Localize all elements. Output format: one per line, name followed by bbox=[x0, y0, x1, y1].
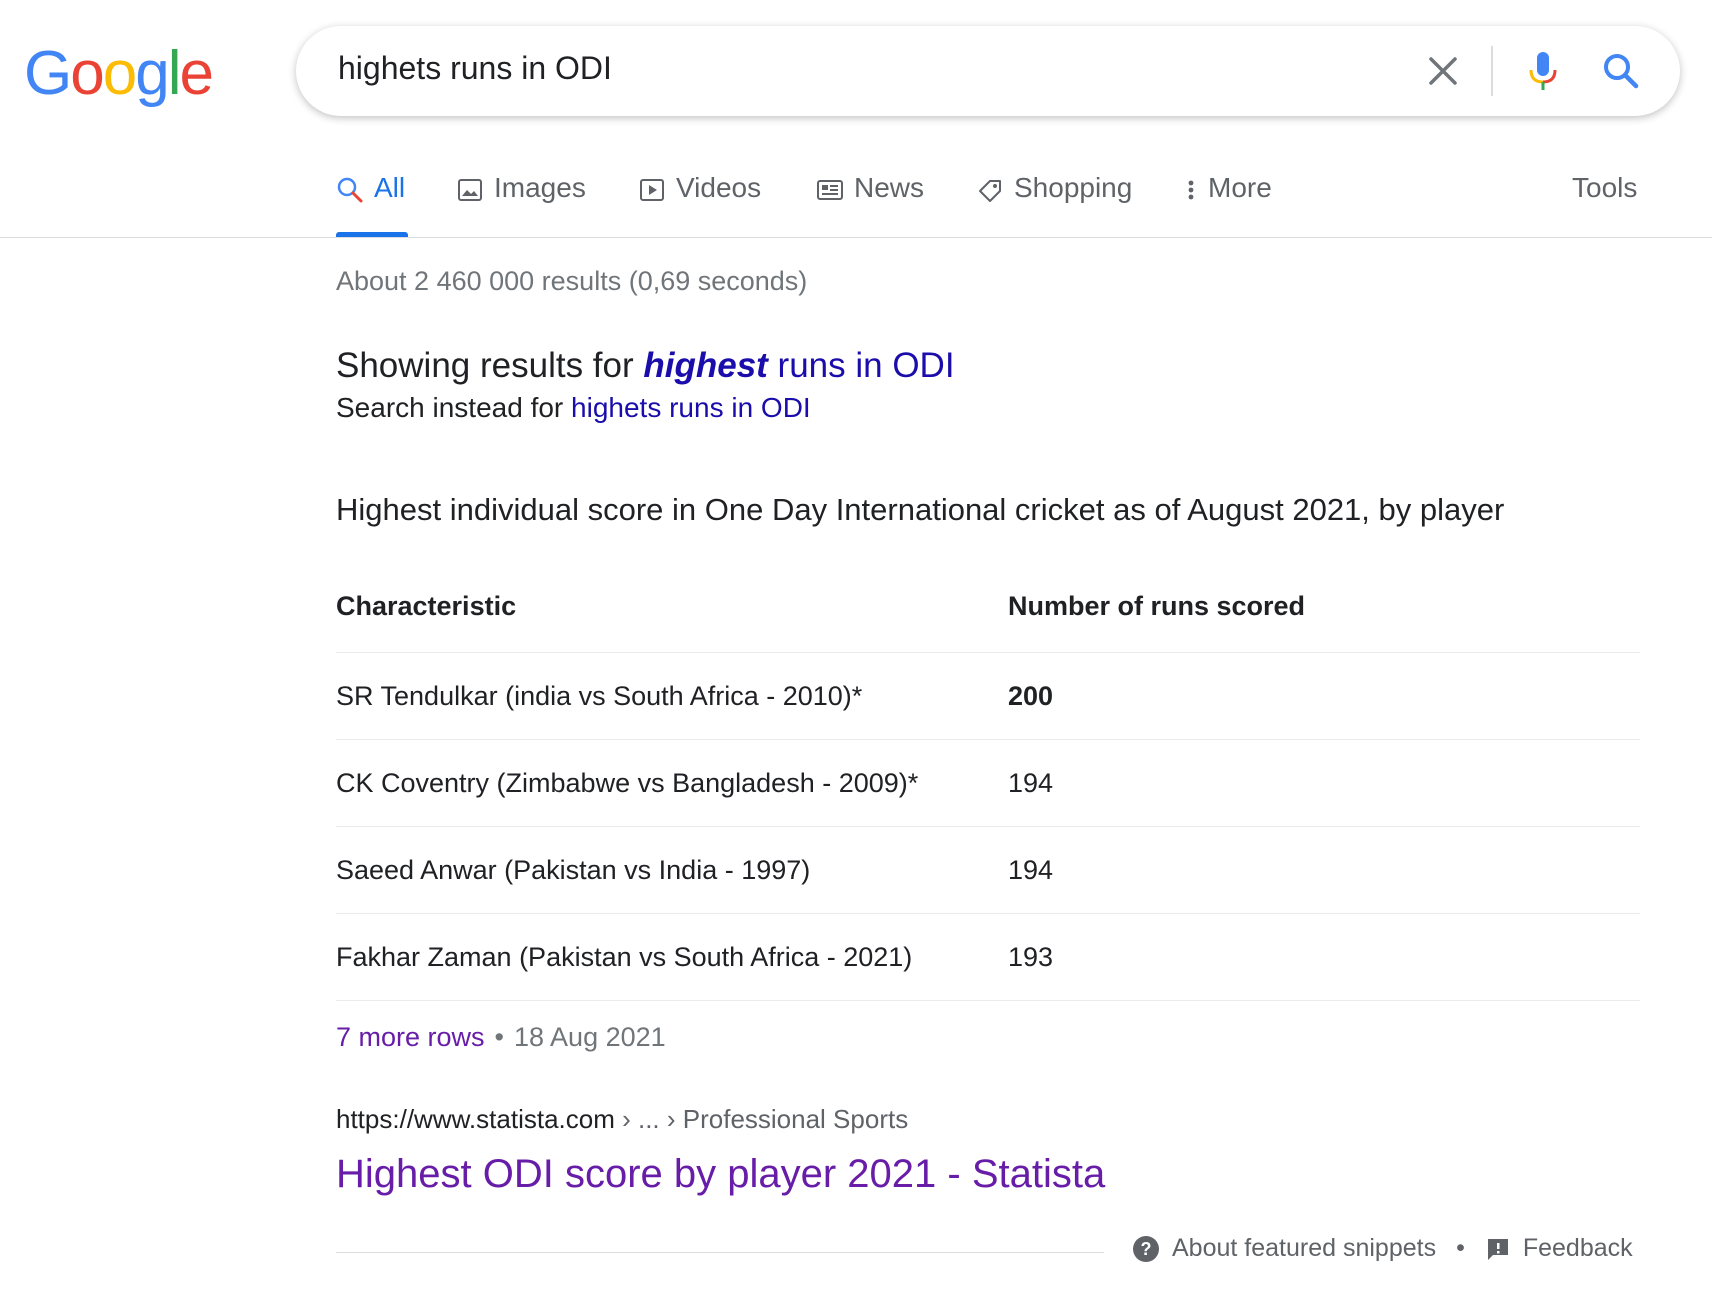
separator-dot: • bbox=[494, 1022, 504, 1052]
corrected-query-link[interactable]: highest runs in ODI bbox=[643, 346, 954, 385]
table-row: SR Tendulkar (india vs South Africa - 20… bbox=[336, 653, 1640, 740]
header-divider bbox=[0, 237, 1712, 238]
column-header: Characteristic bbox=[336, 591, 517, 621]
tab-all[interactable]: All bbox=[336, 172, 408, 238]
close-icon[interactable] bbox=[1416, 44, 1470, 98]
instead-prefix: Search instead for bbox=[336, 392, 572, 423]
cite-url: https://www.statista.com bbox=[336, 1104, 615, 1134]
table-cell: 200 bbox=[1008, 681, 1054, 711]
result-cite: https://www.statista.com › ... › Profess… bbox=[336, 1104, 908, 1135]
feedback-icon[interactable] bbox=[1485, 1236, 1511, 1262]
tab-shopping[interactable]: Shopping bbox=[976, 172, 1132, 238]
original-query-link[interactable]: highets runs in ODI bbox=[571, 392, 811, 423]
table-cell: Saeed Anwar (Pakistan vs India - 1997) bbox=[336, 855, 811, 885]
svg-text:?: ? bbox=[1141, 1239, 1152, 1259]
table-row: Fakhar Zaman (Pakistan vs South Africa -… bbox=[336, 914, 1640, 1001]
tab-label: Videos bbox=[676, 172, 762, 203]
snippet-heading: Highest individual score in One Day Inte… bbox=[336, 492, 1505, 527]
video-icon bbox=[640, 179, 664, 201]
tab-images[interactable]: Images bbox=[456, 172, 586, 238]
spelling-correction: Showing results for highest runs in ODI bbox=[336, 346, 955, 386]
microphone-icon[interactable] bbox=[1516, 44, 1570, 98]
logo-letter: l bbox=[167, 39, 182, 108]
search-input[interactable]: highets runs in ODI bbox=[338, 50, 612, 87]
corrected-word: highest bbox=[643, 346, 768, 385]
logo-letter: G bbox=[24, 39, 72, 108]
tab-more[interactable]: More bbox=[1184, 172, 1272, 238]
tab-label: News bbox=[854, 172, 925, 203]
logo-letter: e bbox=[179, 39, 214, 108]
correction-prefix: Showing results for bbox=[336, 346, 644, 385]
table-cell: CK Coventry (Zimbabwe vs Bangladesh - 20… bbox=[336, 768, 919, 798]
more-rows-line: 7 more rows • 18 Aug 2021 bbox=[336, 1022, 666, 1053]
table-cell: 194 bbox=[1008, 855, 1054, 885]
more-rows-link[interactable]: 7 more rows bbox=[336, 1022, 485, 1052]
more-vert-icon bbox=[1188, 180, 1194, 200]
column-header: Number of runs scored bbox=[1008, 591, 1306, 621]
logo-letter: o bbox=[70, 39, 105, 108]
tab-label: Images bbox=[494, 172, 586, 203]
corrected-rest: runs in ODI bbox=[767, 346, 955, 385]
table-header-row: Characteristic Number of runs scored bbox=[336, 570, 1640, 653]
snippet-date: 18 Aug 2021 bbox=[514, 1022, 666, 1052]
tag-icon bbox=[979, 180, 1001, 202]
about-snippets-link[interactable]: About featured snippets bbox=[1172, 1234, 1436, 1263]
image-icon bbox=[458, 179, 482, 201]
cite-breadcrumb: › ... › Professional Sports bbox=[614, 1104, 909, 1134]
logo-letter: o bbox=[102, 39, 138, 108]
snippet-divider bbox=[336, 1252, 1104, 1253]
tools-button[interactable]: Tools bbox=[1572, 172, 1637, 204]
snippet-footer: ? About featured snippets • Feedback bbox=[1132, 1234, 1633, 1263]
table-row: Saeed Anwar (Pakistan vs India - 1997) 1… bbox=[336, 827, 1640, 914]
table-cell: SR Tendulkar (india vs South Africa - 20… bbox=[336, 681, 863, 711]
search-icon[interactable] bbox=[1596, 46, 1646, 96]
result-title-link[interactable]: Highest ODI score by player 2021 - Stati… bbox=[336, 1152, 1105, 1197]
search-divider bbox=[1491, 46, 1493, 96]
tab-label: All bbox=[374, 172, 406, 203]
help-icon[interactable]: ? bbox=[1132, 1235, 1160, 1263]
news-icon bbox=[817, 180, 843, 200]
logo-letter: g bbox=[135, 39, 170, 108]
snippet-table: Characteristic Number of runs scored SR … bbox=[336, 570, 1640, 1001]
separator-dot: • bbox=[1456, 1234, 1465, 1262]
tab-label: More bbox=[1208, 172, 1272, 203]
result-stats: About 2 460 000 results (0,69 seconds) bbox=[336, 266, 808, 296]
search-instead: Search instead for highets runs in ODI bbox=[336, 392, 811, 424]
table-row: CK Coventry (Zimbabwe vs Bangladesh - 20… bbox=[336, 740, 1640, 827]
table-cell: 193 bbox=[1008, 942, 1054, 972]
search-box: highets runs in ODI bbox=[296, 26, 1680, 116]
tab-label: Shopping bbox=[1014, 172, 1133, 203]
tab-news[interactable]: News bbox=[816, 172, 924, 238]
table-cell: 194 bbox=[1008, 768, 1054, 798]
feedback-link[interactable]: Feedback bbox=[1523, 1234, 1633, 1263]
google-logo[interactable]: Google bbox=[24, 38, 214, 109]
search-icon bbox=[337, 177, 363, 203]
table-cell: Fakhar Zaman (Pakistan vs South Africa -… bbox=[336, 942, 913, 972]
tab-videos[interactable]: Videos bbox=[638, 172, 761, 238]
